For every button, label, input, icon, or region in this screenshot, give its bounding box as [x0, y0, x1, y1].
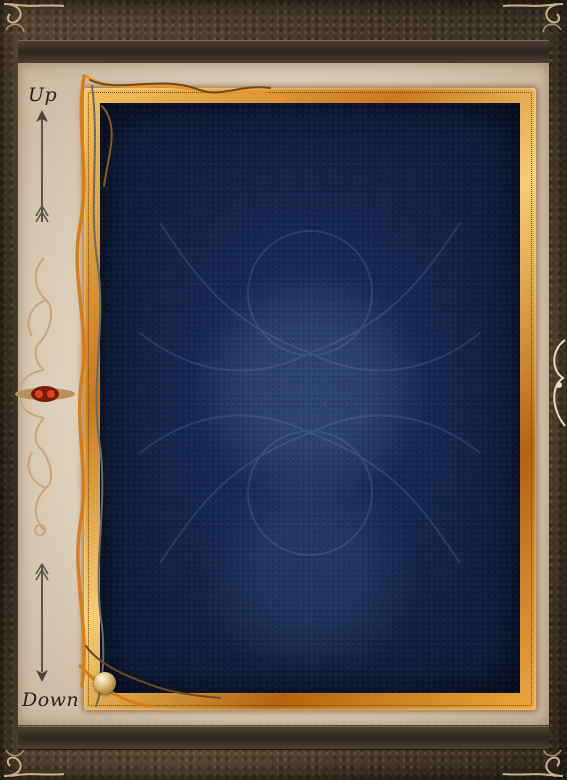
arrow-up-icon[interactable] [32, 110, 52, 228]
bottom-bar [18, 726, 549, 750]
right-ornament-icon [545, 330, 567, 440]
jewel-ornament-icon [10, 252, 80, 537]
orb-ornament-icon [94, 672, 116, 694]
scroll-down-label[interactable]: Down [22, 689, 79, 711]
content-panel[interactable] [100, 103, 520, 693]
corner-flourish-icon [497, 0, 567, 40]
top-bar [18, 40, 549, 64]
corner-flourish-icon [0, 0, 70, 40]
book-window: Up Down [0, 0, 567, 780]
watermark-emblem-icon [139, 222, 481, 564]
arrow-down-icon[interactable] [32, 560, 52, 682]
scroll-up-label[interactable]: Up [28, 84, 57, 106]
